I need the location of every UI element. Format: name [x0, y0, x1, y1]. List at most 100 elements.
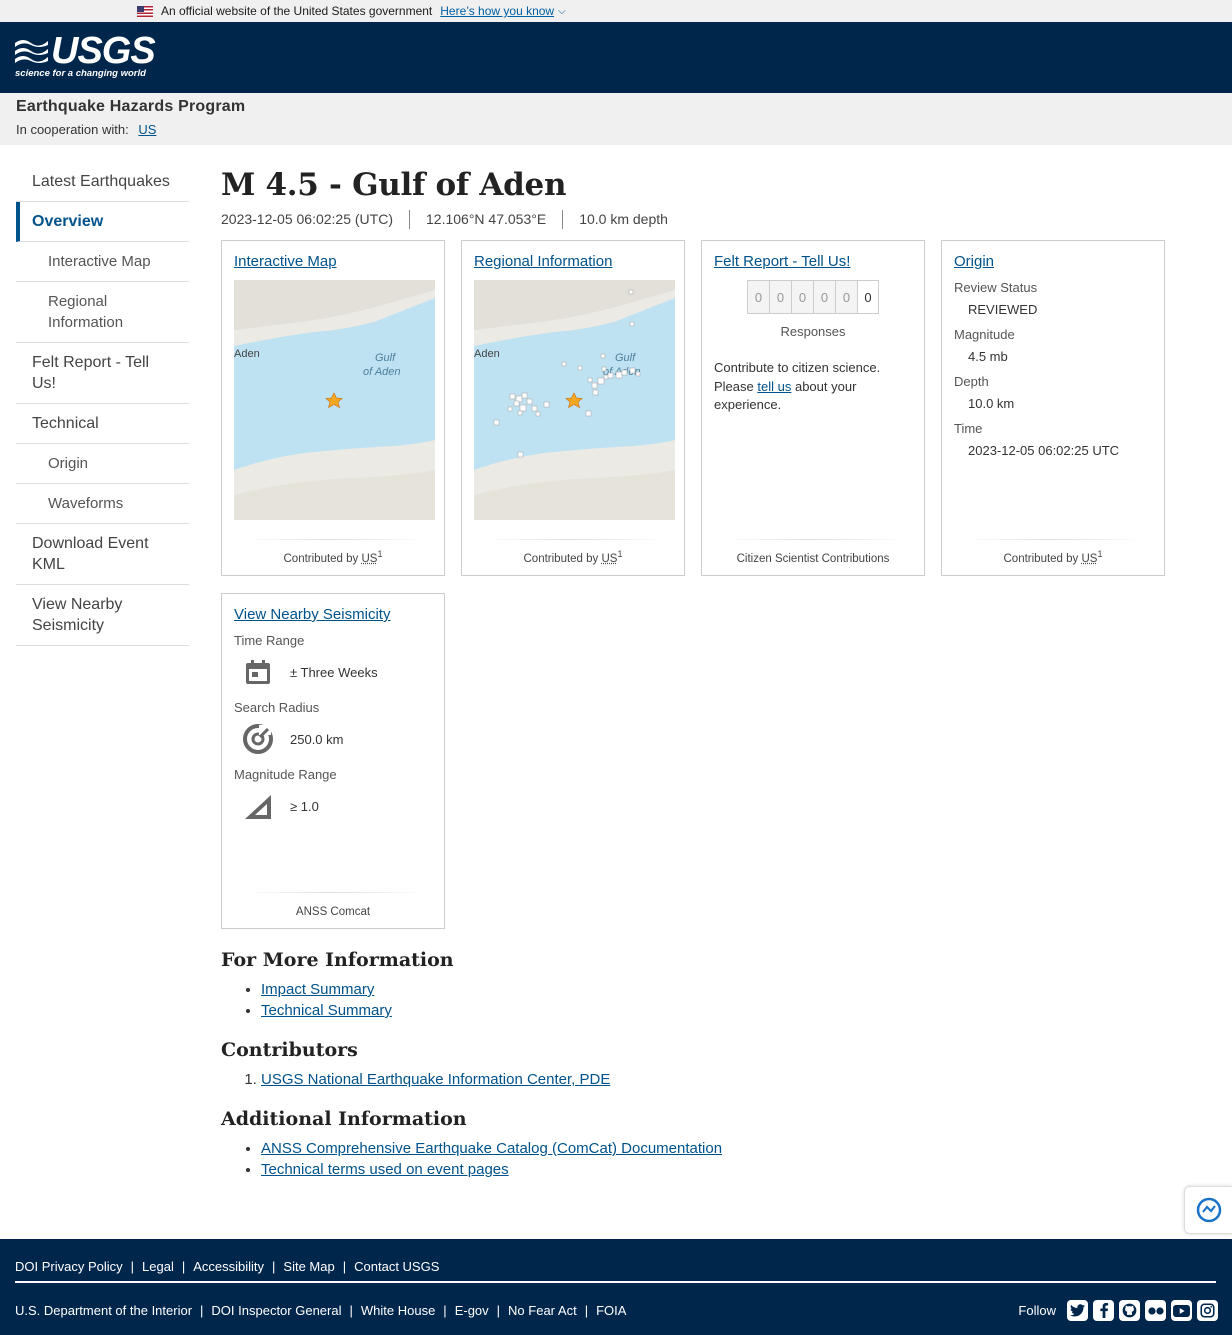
contributed-by-label: Contributed by [1003, 553, 1079, 565]
card-title-interactive-map[interactable]: Interactive Map [234, 253, 432, 270]
sidebar-item-overview[interactable]: Overview [16, 202, 189, 242]
map-image: Aden Gulf of Aden [234, 280, 435, 520]
footer-separator: | [496, 1303, 501, 1318]
youtube-icon[interactable] [1171, 1300, 1192, 1321]
sidebar-item-regional-information[interactable]: Regional Information [16, 282, 189, 343]
tell-us-link[interactable]: tell us [757, 379, 791, 394]
usgs-logo[interactable]: USGS science for a changing world [15, 30, 156, 82]
footer-separator: | [181, 1259, 186, 1274]
list-item: USGS National Earthquake Information Cen… [261, 1069, 1201, 1090]
calendar-icon [242, 656, 274, 688]
more-information-section: For More Information Impact Summary Tech… [221, 949, 1201, 1021]
magnitude-label: Magnitude [954, 327, 1015, 342]
event-depth: 10.0 km depth [579, 211, 668, 227]
time-range-value: ± Three Weeks [290, 664, 378, 680]
contributor-abbr: US [1081, 553, 1098, 565]
sidebar-item-nearby-seismicity[interactable]: View Nearby Seismicity [16, 585, 189, 646]
doi-link[interactable]: U.S. Department of the Interior [15, 1303, 192, 1318]
card-nearby-seismicity[interactable]: View Nearby Seismicity Time Range ± Thre… [221, 593, 445, 929]
footer-separator: | [443, 1303, 447, 1318]
map-label-gulf-2: of Aden [363, 366, 401, 378]
legal-link[interactable]: Legal [142, 1259, 174, 1274]
magnitude-value: 4.5 mb [968, 349, 1008, 364]
card-footer-divider [242, 539, 424, 540]
flickr-icon[interactable] [1145, 1300, 1166, 1321]
footer-separator: | [130, 1259, 135, 1274]
site-map-link[interactable]: Site Map [283, 1259, 334, 1274]
cooperation-us-link[interactable]: US [138, 122, 156, 137]
search-radius-value: 250.0 km [290, 731, 344, 747]
feedback-widget-button[interactable] [1184, 1186, 1232, 1234]
epicenter-star-icon [325, 392, 343, 409]
regional-map-thumbnail[interactable]: Aden Gulf of Aden [474, 280, 675, 520]
site-header: USGS science for a changing world [0, 22, 1232, 93]
footer-separator: | [200, 1303, 204, 1318]
card-origin[interactable]: Origin Review Status REVIEWED Magnitude … [941, 240, 1165, 576]
card-felt-report[interactable]: Felt Report - Tell Us! 0 0 0 0 0 0 Respo… [701, 240, 925, 576]
program-bar: Earthquake Hazards Program In cooperatio… [0, 93, 1232, 145]
counter-digit: 0 [857, 280, 879, 314]
heres-how-you-know-link[interactable]: Here’s how you know [440, 4, 554, 18]
egov-link[interactable]: E-gov [455, 1303, 489, 1318]
footer-separator: | [342, 1259, 347, 1274]
contributor-footnote: 1 [617, 549, 623, 560]
depth-value: 10.0 km [968, 396, 1015, 411]
search-radius-row: 250.0 km [242, 723, 432, 755]
white-house-link[interactable]: White House [361, 1303, 435, 1318]
page-title: M 4.5 - Gulf of Aden [221, 167, 567, 203]
responses-label: Responses [780, 324, 846, 339]
github-icon[interactable] [1119, 1300, 1140, 1321]
doi-inspector-general-link[interactable]: DOI Inspector General [211, 1303, 341, 1318]
doi-privacy-policy-link[interactable]: DOI Privacy Policy [15, 1259, 123, 1274]
card-title-regional-information[interactable]: Regional Information [474, 253, 672, 270]
card-title-felt-report[interactable]: Felt Report - Tell Us! [714, 253, 912, 270]
technical-summary-link[interactable]: Technical Summary [261, 1002, 392, 1019]
gov-banner: An official website of the United States… [0, 0, 1232, 22]
sidebar-item-download-kml[interactable]: Download Event KML [16, 524, 189, 585]
sidebar-item-waveforms[interactable]: Waveforms [16, 484, 189, 524]
sidebar-item-origin[interactable]: Origin [16, 444, 189, 484]
card-footer-contributor: Contributed by US1 [462, 549, 684, 565]
sidebar-item-latest-earthquakes[interactable]: Latest Earthquakes [16, 162, 189, 202]
review-status-value: REVIEWED [968, 302, 1038, 317]
sidebar-item-technical[interactable]: Technical [16, 404, 189, 444]
card-footer-divider [242, 892, 424, 893]
list-item: Technical Summary [261, 1000, 1201, 1021]
twitter-icon[interactable] [1067, 1300, 1088, 1321]
card-footer-divider [482, 539, 664, 540]
facebook-icon[interactable] [1093, 1300, 1114, 1321]
follow-label: Follow [1018, 1303, 1056, 1318]
usgs-wordmark: USGS [51, 29, 156, 72]
impact-summary-link[interactable]: Impact Summary [261, 981, 374, 998]
card-title-nearby-seismicity[interactable]: View Nearby Seismicity [234, 606, 432, 623]
sidebar-item-interactive-map[interactable]: Interactive Map [16, 242, 189, 282]
felt-description: Contribute to citizen science. Please te… [714, 359, 912, 415]
felt-responses-counter: 0 0 0 0 0 0 [714, 280, 912, 314]
map-label-gulf-1: Gulf [375, 352, 396, 364]
comcat-documentation-link[interactable]: ANSS Comprehensive Earthquake Catalog (C… [261, 1140, 722, 1157]
footer-divider [15, 1281, 1216, 1283]
sidebar-item-felt-report[interactable]: Felt Report - Tell Us! [16, 343, 189, 404]
no-fear-act-link[interactable]: No Fear Act [508, 1303, 577, 1318]
instagram-icon[interactable] [1197, 1300, 1218, 1321]
magnitude-range-label: Magnitude Range [234, 767, 337, 782]
magnitude-range-value: ≥ 1.0 [290, 798, 319, 814]
foia-link[interactable]: FOIA [596, 1303, 626, 1318]
contact-usgs-link[interactable]: Contact USGS [354, 1259, 439, 1274]
gov-banner-text: An official website of the United States… [161, 4, 433, 18]
us-flag-icon [137, 5, 153, 17]
footer-separator: | [349, 1303, 353, 1318]
card-regional-information[interactable]: Regional Information Aden Gulf of Aden C… [461, 240, 685, 576]
interactive-map-thumbnail[interactable]: Aden Gulf of Aden [234, 280, 435, 520]
neic-contributor-link[interactable]: USGS National Earthquake Information Cen… [261, 1071, 610, 1088]
magnitude-wedge-icon [242, 790, 274, 822]
program-title[interactable]: Earthquake Hazards Program [16, 98, 1216, 116]
accessibility-link[interactable]: Accessibility [193, 1259, 264, 1274]
technical-terms-link[interactable]: Technical terms used on event pages [261, 1161, 509, 1178]
card-footer-contributor: Contributed by US1 [942, 549, 1164, 565]
card-title-origin[interactable]: Origin [954, 253, 1152, 270]
search-radius-label: Search Radius [234, 700, 320, 715]
chevron-down-icon[interactable]: ⌵ [558, 6, 566, 17]
card-interactive-map[interactable]: Interactive Map Aden Gulf of Aden Contri… [221, 240, 445, 576]
list-item: Technical terms used on event pages [261, 1159, 1201, 1180]
